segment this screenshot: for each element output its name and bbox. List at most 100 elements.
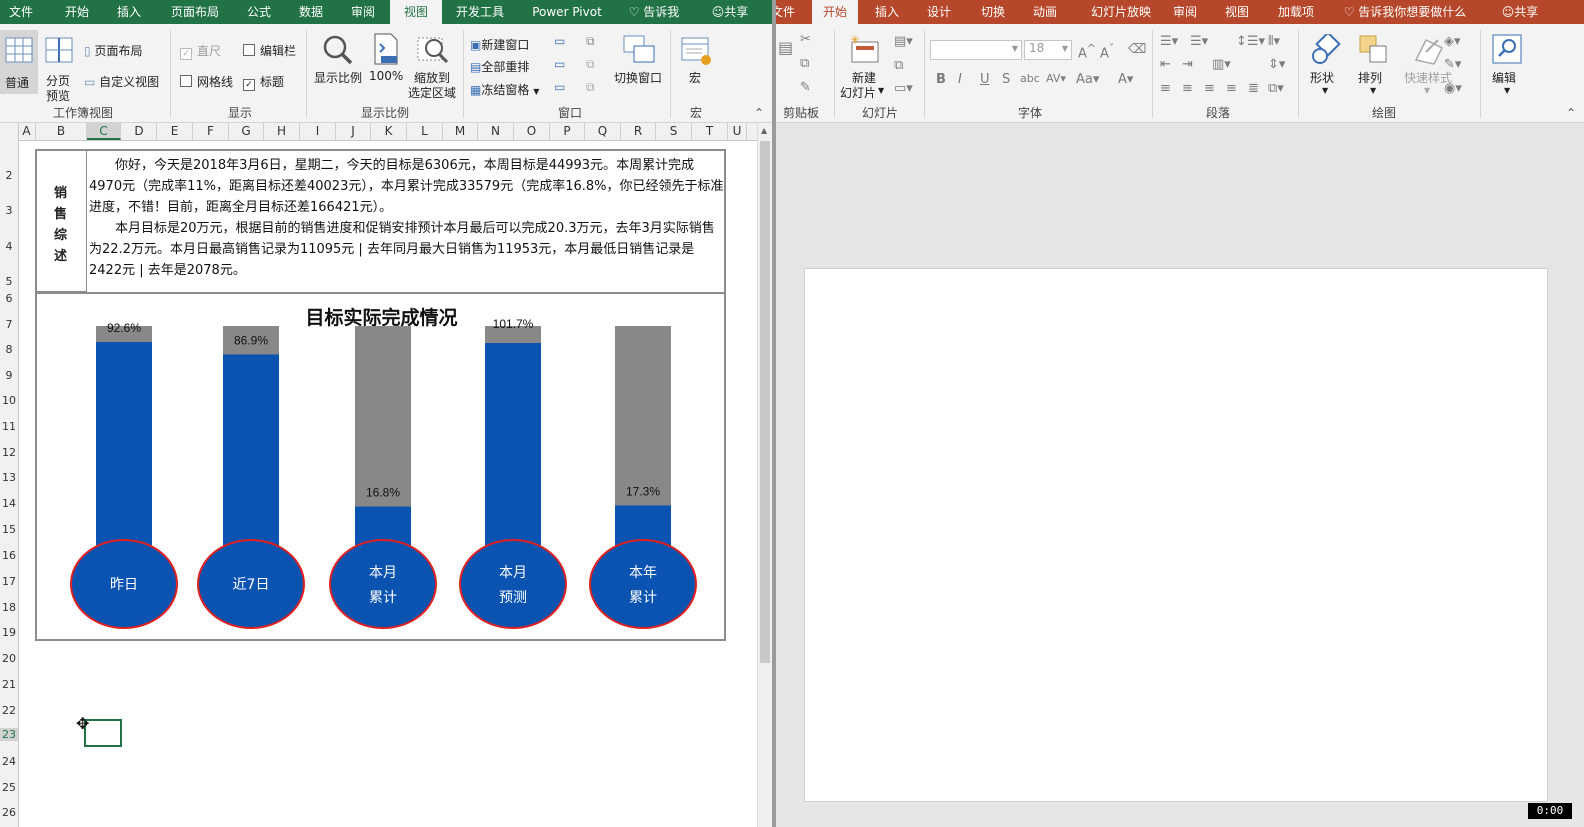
gridlines-checkbox[interactable]: 网格线 (180, 73, 233, 90)
tab-insert[interactable]: 插入 (866, 0, 908, 24)
layout-icon[interactable]: ▤▾ (894, 34, 913, 49)
tell-me-box[interactable]: ♡ 告诉我你想要做什么 (1340, 0, 1470, 24)
freeze-panes-button[interactable]: ▦冻结窗格 ▼ (470, 81, 539, 98)
row-header[interactable]: 22 (0, 704, 18, 717)
headings-checkbox[interactable]: ✓ 标题 (243, 73, 284, 91)
column-header[interactable]: E (157, 123, 193, 140)
tab-review[interactable]: 审阅 (340, 0, 386, 24)
tab-formulas[interactable]: 公式 (236, 0, 282, 24)
formula-bar-checkbox[interactable]: 编辑栏 (243, 42, 296, 59)
column-header[interactable]: R (621, 123, 656, 140)
normal-view-button[interactable]: 普通 (0, 30, 38, 94)
editing-button[interactable]: 编辑 ▼ (1488, 30, 1528, 102)
row-header[interactable]: 19 (0, 626, 18, 639)
share-button[interactable]: ☺共享 (702, 0, 758, 24)
page-break-preview-button[interactable]: 分页 预览 (42, 30, 76, 103)
tab-file[interactable]: 文件 (776, 0, 796, 24)
switch-window-button[interactable]: 切换窗口 (612, 30, 668, 100)
decrease-indent-icon[interactable]: ⇤ (1160, 57, 1171, 72)
column-header[interactable]: C (87, 123, 121, 140)
column-header[interactable]: I (300, 123, 336, 140)
shape-fill-icon[interactable]: ◈▾ (1444, 34, 1461, 49)
tell-me-box[interactable]: ♡ 告诉我 (622, 0, 686, 24)
slide-canvas[interactable] (804, 268, 1548, 802)
tab-power-pivot[interactable]: Power Pivot (522, 0, 612, 24)
tab-review[interactable]: 审阅 (1164, 0, 1206, 24)
column-header[interactable]: H (264, 123, 300, 140)
clear-format-icon[interactable]: ⌫ (1128, 42, 1146, 57)
shape-outline-icon[interactable]: ✎▾ (1444, 57, 1461, 72)
zoom-button[interactable]: 显示比例 (312, 30, 364, 100)
custom-view-button[interactable]: ▭ 自定义视图 (84, 73, 159, 90)
increase-indent-icon[interactable]: ⇥ (1182, 57, 1193, 72)
row-header[interactable]: 7 (0, 318, 18, 331)
row-header[interactable]: 10 (0, 394, 18, 407)
tab-transitions[interactable]: 切换 (970, 0, 1016, 24)
select-all-corner[interactable] (0, 123, 19, 140)
grow-font-icon[interactable]: A^ (1078, 42, 1096, 61)
tab-slideshow[interactable]: 幻灯片放映 (1080, 0, 1162, 24)
row-header[interactable]: 15 (0, 523, 18, 536)
tab-addins[interactable]: 加载项 (1270, 0, 1322, 24)
shapes-button[interactable]: 形状 ▼ (1304, 30, 1350, 102)
row-header[interactable]: 23 (0, 728, 18, 741)
numbering-icon[interactable]: ☰▾ (1190, 34, 1208, 49)
row-header[interactable]: 26 (0, 806, 18, 819)
reset-icon[interactable]: ⧉ (894, 58, 903, 73)
bold-icon[interactable]: B (936, 72, 946, 87)
arrange-button[interactable]: 排列 ▼ (1352, 30, 1398, 102)
unhide-icon[interactable]: ▭ (554, 80, 565, 94)
line-spacing-icon[interactable]: ↕☰▾ (1236, 34, 1265, 49)
tab-file[interactable]: 文件 (0, 0, 42, 24)
row-header[interactable]: 3 (0, 204, 18, 217)
tab-insert[interactable]: 插入 (106, 0, 152, 24)
column-header[interactable]: G (229, 123, 264, 140)
column-header[interactable]: M (443, 123, 478, 140)
column-header[interactable]: F (193, 123, 229, 140)
underline-icon[interactable]: U (980, 72, 990, 87)
active-cell-c23[interactable] (84, 719, 122, 747)
align-center-icon[interactable]: ≡ (1182, 81, 1193, 96)
tab-design[interactable]: 设计 (918, 0, 960, 24)
tab-data[interactable]: 数据 (288, 0, 334, 24)
tab-home[interactable]: 开始 (52, 0, 102, 24)
text-direction-icon[interactable]: ⫴▾ (1268, 34, 1280, 49)
column-header[interactable]: Q (585, 123, 621, 140)
font-name-dropdown[interactable]: ▼ (930, 40, 1022, 60)
row-header[interactable]: 13 (0, 471, 18, 484)
shape-effects-icon[interactable]: ◉▾ (1444, 81, 1462, 96)
reset-position-icon[interactable]: ⧉ (586, 80, 595, 95)
row-header[interactable]: 24 (0, 755, 18, 768)
paste-icon[interactable]: ▤ (778, 38, 793, 57)
row-header[interactable]: 2 (0, 169, 18, 182)
tab-developer[interactable]: 开发工具 (448, 0, 512, 24)
column-header[interactable]: T (692, 123, 728, 140)
bullets-icon[interactable]: ☰▾ (1160, 34, 1178, 49)
row-header[interactable]: 20 (0, 652, 18, 665)
zoom-to-selection-button[interactable]: 缩放到 选定区域 (406, 30, 458, 100)
italic-icon[interactable]: I (958, 72, 962, 87)
row-header[interactable]: 25 (0, 781, 18, 794)
align-right-icon[interactable]: ≡ (1204, 81, 1215, 96)
column-header[interactable]: O (514, 123, 550, 140)
justify-icon[interactable]: ≡ (1226, 81, 1237, 96)
section-icon[interactable]: ▭▾ (894, 81, 913, 96)
column-header[interactable]: U (728, 123, 747, 140)
tab-view[interactable]: 视图 (1216, 0, 1258, 24)
smartart-icon[interactable]: ⧉▾ (1268, 81, 1284, 96)
collapse-ribbon-icon[interactable]: ⌃ (1566, 106, 1576, 120)
ruler-checkbox[interactable]: ✓ 直尺 (180, 42, 221, 60)
shrink-font-icon[interactable]: Aˇ (1100, 42, 1114, 61)
row-header[interactable]: 16 (0, 549, 18, 562)
tab-view[interactable]: 视图 (390, 0, 442, 24)
column-header[interactable]: B (36, 123, 87, 140)
collapse-ribbon-icon[interactable]: ⌃ (754, 106, 764, 120)
columns-icon[interactable]: ▥▾ (1212, 57, 1231, 72)
format-painter-icon[interactable]: ✎ (800, 80, 811, 95)
column-header[interactable]: A (18, 123, 36, 140)
split-icon[interactable]: ▭ (554, 34, 565, 48)
row-header[interactable]: 17 (0, 575, 18, 588)
sync-scroll-icon[interactable]: ⧉ (586, 57, 595, 72)
vertical-scrollbar[interactable]: ▲ (757, 123, 773, 827)
row-header[interactable]: 5 (0, 275, 18, 288)
